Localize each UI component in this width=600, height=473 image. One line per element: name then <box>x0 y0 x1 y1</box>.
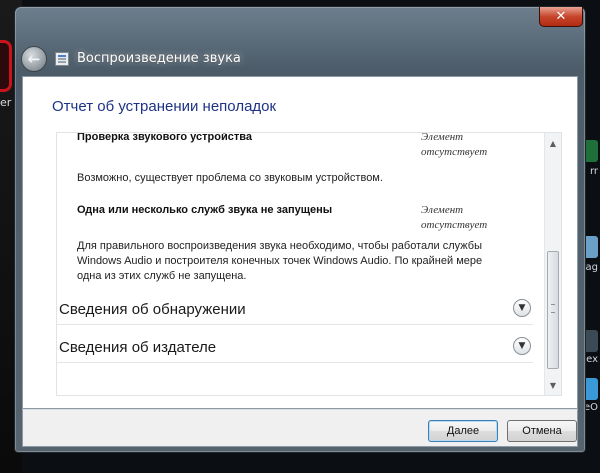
close-button[interactable]: ✕ <box>539 7 583 27</box>
desktop-shortcut-label: ag <box>585 262 598 273</box>
vertical-scrollbar[interactable]: ▲ ▼ <box>544 133 561 395</box>
desktop-app-icon[interactable] <box>0 40 12 92</box>
next-button[interactable]: Далее <box>428 420 498 442</box>
issue-description: Возможно, существует проблема со звуковы… <box>77 172 383 184</box>
scroll-up-icon[interactable]: ▲ <box>545 135 561 151</box>
scroll-thumb[interactable] <box>547 251 559 369</box>
section-label: Сведения об обнаружении <box>59 301 246 318</box>
section-detection-details[interactable]: Сведения об обнаружении ▼ <box>57 295 533 325</box>
back-button[interactable]: ← <box>21 46 47 72</box>
page-title: Отчет об устранении неполадок <box>52 98 277 115</box>
desktop-shortcut-label: ex <box>586 354 598 365</box>
troubleshooter-icon <box>55 52 69 66</box>
chevron-down-icon[interactable]: ▼ <box>513 337 531 355</box>
back-arrow-icon: ← <box>27 50 41 68</box>
issue-title: Одна или несколько служб звука не запуще… <box>77 204 333 216</box>
section-publisher-details[interactable]: Сведения об издателе ▼ <box>57 333 533 363</box>
content-area: Отчет об устранении неполадок Проверка з… <box>22 76 578 409</box>
issue-description: Для правильного воспроизведения звука не… <box>77 240 483 282</box>
cancel-button[interactable]: Отмена <box>507 420 577 442</box>
section-label: Сведения об издателе <box>59 339 217 356</box>
button-bar: Далее Отмена <box>22 409 578 447</box>
chevron-down-icon[interactable]: ▼ <box>513 299 531 317</box>
report-panel: Проверка звукового устройства Элемент от… <box>56 132 562 396</box>
window-title: Воспроизведение звука <box>77 51 241 66</box>
issue-title: Проверка звукового устройства <box>77 132 252 143</box>
troubleshooter-window: ✕ ← Воспроизведение звука Отчет об устра… <box>14 6 586 453</box>
issue-status: Элемент отсутствует <box>421 132 488 158</box>
desktop-shortcut-label: rr <box>589 166 598 177</box>
scroll-down-icon[interactable]: ▼ <box>545 377 561 393</box>
issue-status: Элемент отсутствует <box>421 204 488 231</box>
desktop-left-text: er <box>0 96 12 109</box>
desktop-shortcut-label: eO <box>583 402 598 413</box>
